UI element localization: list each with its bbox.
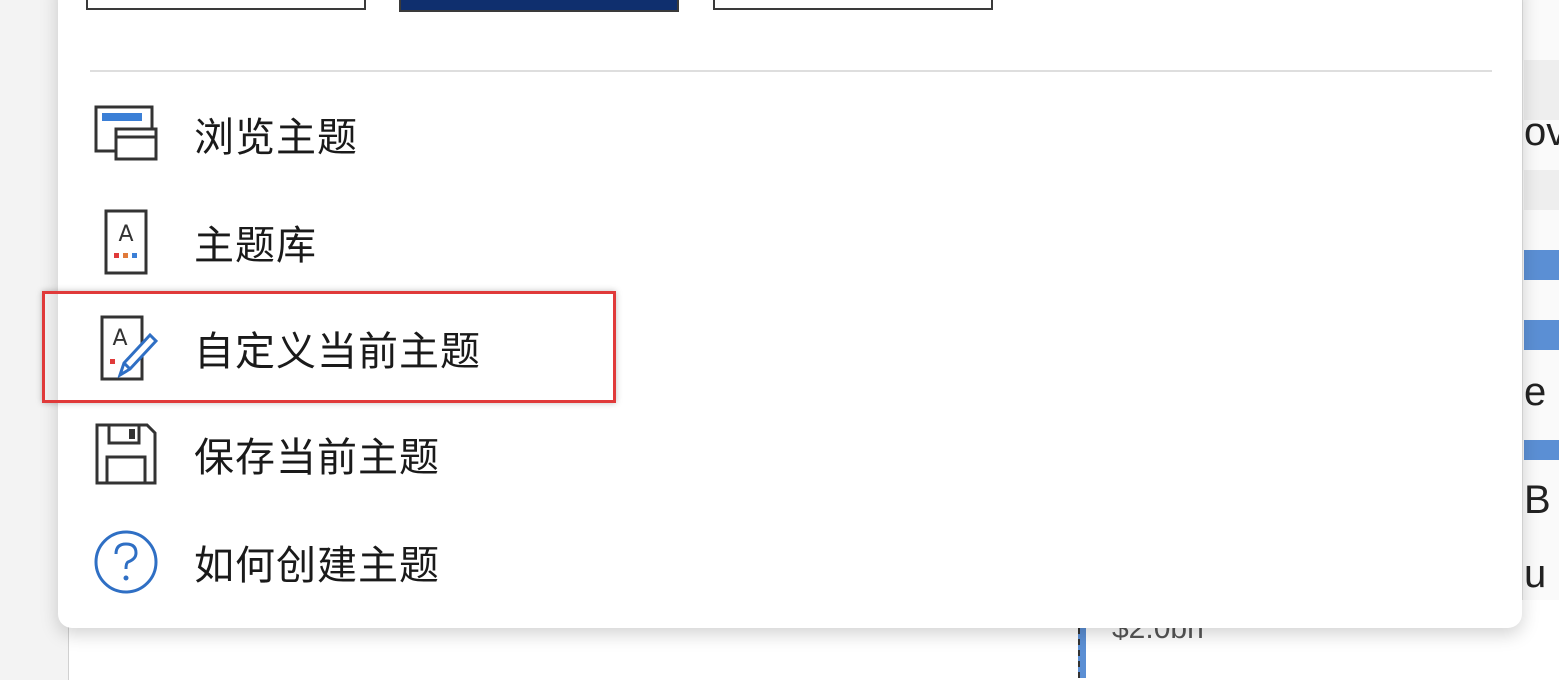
- menu-item-label: 保存当前主题: [194, 435, 440, 481]
- background-blue-bar: [1524, 250, 1559, 280]
- svg-text:A: A: [118, 222, 133, 247]
- menu-item-how-to-create-theme[interactable]: 如何创建主题: [90, 512, 610, 612]
- menu-item-label: 主题库: [194, 223, 317, 269]
- save-icon: [90, 418, 162, 490]
- browse-themes-icon: [90, 98, 162, 170]
- menu-divider: [90, 70, 1492, 72]
- menu-item-browse-themes[interactable]: 浏览主题: [90, 84, 610, 184]
- background-band: [1524, 170, 1559, 210]
- background-chart-bar: [1078, 628, 1086, 678]
- background-text-fragment: B: [1524, 478, 1551, 522]
- background-blue-bar: [1524, 440, 1559, 460]
- menu-item-label: 如何创建主题: [194, 543, 440, 589]
- highlight-box: [42, 291, 616, 403]
- background-text-fragment: e: [1524, 370, 1547, 414]
- menu-item-theme-gallery[interactable]: A 主题库: [90, 192, 610, 292]
- menu-item-label: 浏览主题: [194, 115, 358, 161]
- menu-item-save-current-theme[interactable]: 保存当前主题: [90, 404, 610, 504]
- theme-palette-2[interactable]: [399, 0, 679, 12]
- theme-palette-3[interactable]: [713, 0, 993, 10]
- background-text-fragment: u: [1524, 552, 1547, 596]
- background-blue-bar: [1524, 320, 1559, 350]
- help-icon: [90, 526, 162, 598]
- background-text-fragment: ov: [1524, 110, 1559, 154]
- theme-gallery-icon: A: [90, 206, 162, 278]
- theme-palette-1[interactable]: [86, 0, 366, 10]
